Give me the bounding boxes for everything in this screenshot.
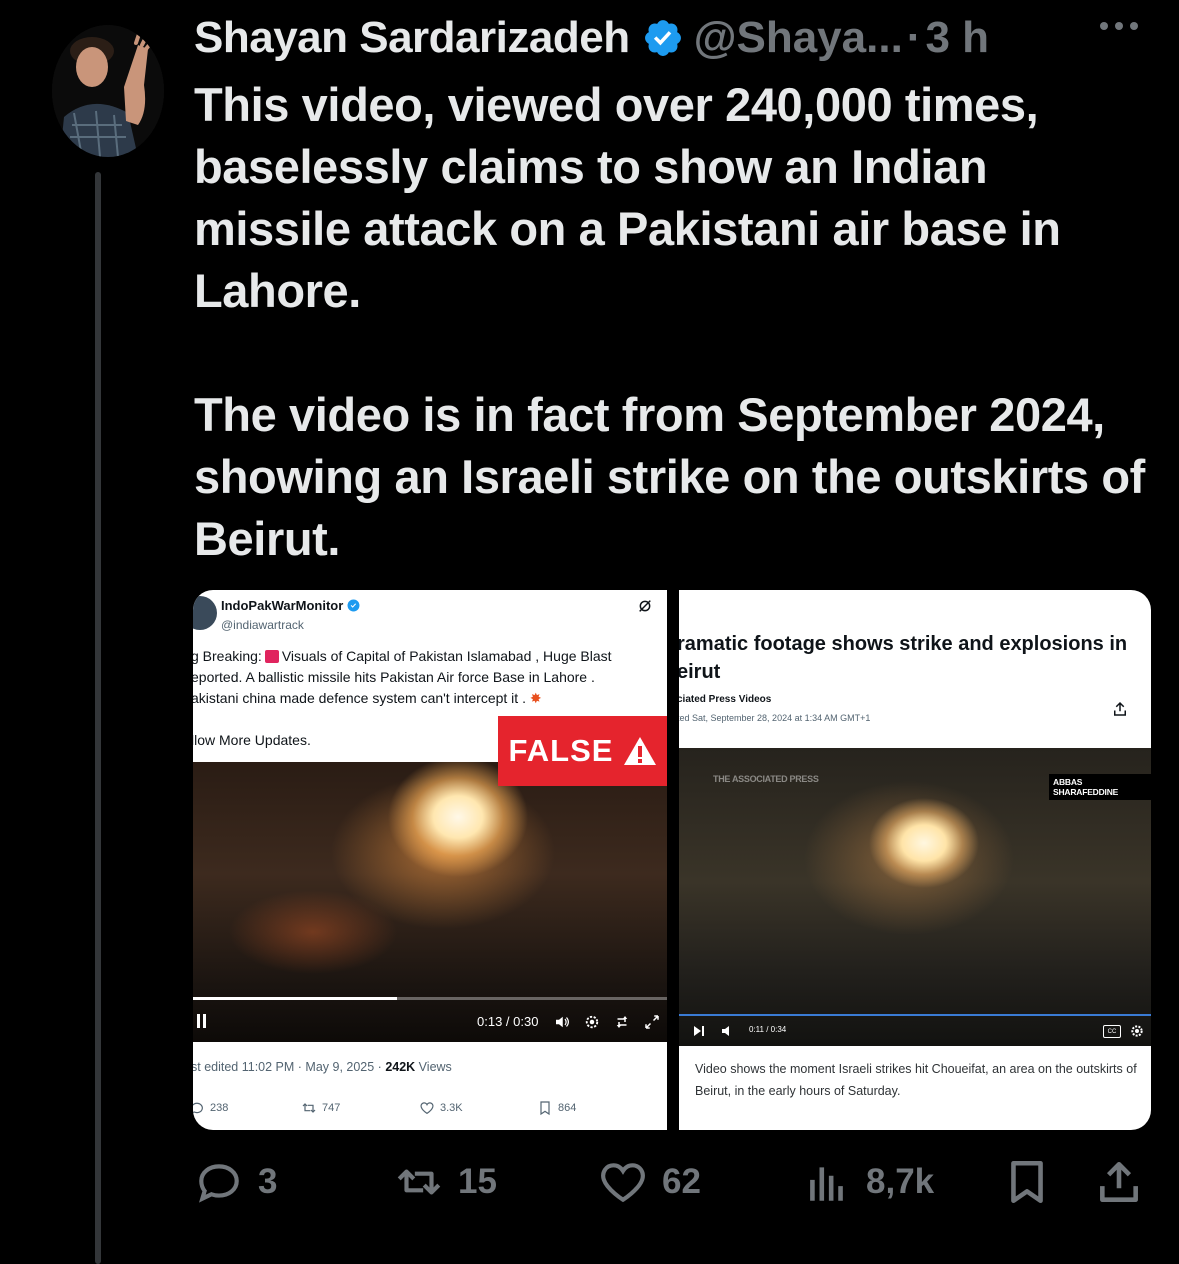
settings-gear-icon	[585, 1015, 599, 1029]
embedded-account-name-text: IndoPakWarMonitor	[221, 598, 344, 613]
embedded-video-frame	[193, 762, 667, 1042]
embedded-views-count: 242K	[385, 1060, 416, 1074]
article-headline: ramatic footage shows strike and explosi…	[679, 633, 1128, 683]
like-button[interactable]: 62	[598, 1150, 701, 1214]
repost-icon	[302, 1103, 316, 1113]
reply-count: 3	[258, 1162, 278, 1201]
loop-icon	[616, 1016, 628, 1028]
tweet-action-bar: 3 15 62 8,7k	[194, 1150, 1154, 1214]
embedded-account-name: IndoPakWarMonitor	[221, 598, 360, 613]
video-time: 0:13 / 0:30	[477, 1014, 539, 1029]
embedded-views-label: Views	[415, 1060, 452, 1074]
embedded-text-prefix: g Breaking:	[193, 648, 262, 664]
video-watermark: THE ASSOCIATED PRESS	[713, 774, 819, 784]
siren-emoji-icon	[264, 650, 279, 663]
repost-count: 15	[458, 1162, 497, 1201]
avatar-image	[52, 25, 164, 157]
embedded-follow-text: llow More Updates.	[193, 732, 311, 748]
embedded-handle: @indiawartrack	[221, 618, 304, 632]
video-progress-fill	[193, 997, 397, 1000]
embedded-tweet-text: g Breaking: Visuals of Capital of Pakista…	[193, 646, 667, 709]
article-video-frame: THE ASSOCIATED PRESS ABBAS SHARAFEDDINE …	[679, 748, 1151, 1046]
video-credit: ABBAS SHARAFEDDINE	[1049, 774, 1151, 800]
avatar[interactable]	[52, 25, 164, 157]
reply-icon	[193, 1102, 203, 1114]
left-screenshot: IndoPakWarMonitor @indiawartrack g Break…	[193, 590, 667, 1130]
article-video-controls: 0:11 / 0:34 CC	[679, 1020, 1151, 1044]
explosion-emoji-icon: ✸	[529, 690, 542, 706]
false-badge: FALSE	[498, 716, 667, 786]
views-count: 8,7k	[866, 1162, 935, 1201]
article-caption: Video shows the moment Israeli strikes h…	[695, 1062, 1137, 1098]
views-button[interactable]: 8,7k	[802, 1150, 934, 1214]
closed-captions-icon: CC	[1103, 1025, 1121, 1038]
embedded-text-line: akistani china made defence system can't…	[193, 690, 526, 706]
handle[interactable]: @Shaya...	[694, 13, 903, 63]
play-next-icon	[694, 1026, 704, 1036]
embedded-text-line: eported. A ballistic missile hits Pakist…	[193, 669, 595, 685]
embedded-replies-count: 238	[210, 1102, 229, 1114]
embedded-likes: 3.3K	[419, 1100, 463, 1116]
timestamp[interactable]: 3 h	[925, 13, 989, 63]
verified-badge-icon	[347, 599, 360, 612]
embedded-meta: st edited 11:02 PM · May 9, 2025 · 242K …	[193, 1060, 452, 1074]
analytics-icon	[810, 1167, 843, 1201]
like-count: 62	[662, 1162, 701, 1201]
repost-button[interactable]: 15	[394, 1150, 497, 1214]
tweet-header: Shayan Sardarizadeh @Shaya... · 3 h	[194, 10, 989, 66]
embedded-meta-prefix: st edited 11:02 PM · May 9, 2025 ·	[193, 1060, 386, 1074]
volume-icon	[556, 1016, 569, 1028]
bookmark-button[interactable]	[1002, 1150, 1052, 1214]
embedded-reposts-count: 747	[322, 1102, 341, 1114]
grok-icon	[639, 600, 651, 612]
heart-icon	[420, 1102, 434, 1115]
thread-line	[95, 172, 101, 1264]
article-source: ciated Press Videos	[679, 694, 772, 705]
embedded-avatar	[193, 596, 217, 630]
pause-icon	[197, 1014, 207, 1028]
reply-button[interactable]: 3	[194, 1150, 277, 1214]
embedded-likes-count: 3.3K	[440, 1102, 463, 1114]
video-time: 0:11 / 0:34	[749, 1025, 787, 1034]
heart-icon	[601, 1163, 645, 1203]
volume-icon	[722, 1026, 729, 1036]
settings-gear-icon	[1131, 1025, 1143, 1037]
right-screenshot: ramatic footage shows strike and explosi…	[679, 590, 1151, 1130]
bookmark-icon	[1011, 1160, 1043, 1204]
reply-icon	[199, 1164, 239, 1203]
tweet-paragraph: This video, viewed over 240,000 times, b…	[194, 78, 1061, 317]
separator-dot: ·	[906, 13, 922, 62]
display-name[interactable]: Shayan Sardarizadeh	[194, 13, 630, 63]
embedded-action-bar: 238 747 3.3K 864	[193, 1100, 667, 1124]
warning-triangle-icon	[624, 737, 657, 765]
share-icon	[1100, 1162, 1138, 1202]
bookmark-icon	[540, 1101, 550, 1116]
tweet-text: This video, viewed over 240,000 times, b…	[194, 74, 1154, 570]
embedded-bookmarks: 864	[537, 1100, 576, 1116]
media-attachment[interactable]: IndoPakWarMonitor @indiawartrack g Break…	[193, 590, 1151, 1130]
verified-badge-icon[interactable]	[642, 17, 684, 59]
video-progress-track	[679, 1014, 1151, 1016]
tweet-paragraph: The video is in fact from September 2024…	[194, 388, 1145, 565]
article-date: ted Sat, September 28, 2024 at 1:34 AM G…	[679, 713, 871, 723]
false-badge-label: FALSE	[508, 733, 614, 768]
embedded-bookmarks-count: 864	[558, 1102, 577, 1114]
embedded-text-line: Visuals of Capital of Pakistan Islamabad…	[281, 648, 612, 664]
embedded-replies: 238	[193, 1100, 228, 1116]
embedded-video-controls: 0:13 / 0:30	[193, 1002, 667, 1042]
fullscreen-icon	[645, 1015, 659, 1029]
share-icon	[1114, 701, 1126, 716]
more-options-icon[interactable]	[1100, 22, 1138, 30]
repost-icon	[397, 1169, 441, 1195]
embedded-reposts: 747	[301, 1100, 340, 1116]
share-button[interactable]	[1094, 1150, 1144, 1214]
